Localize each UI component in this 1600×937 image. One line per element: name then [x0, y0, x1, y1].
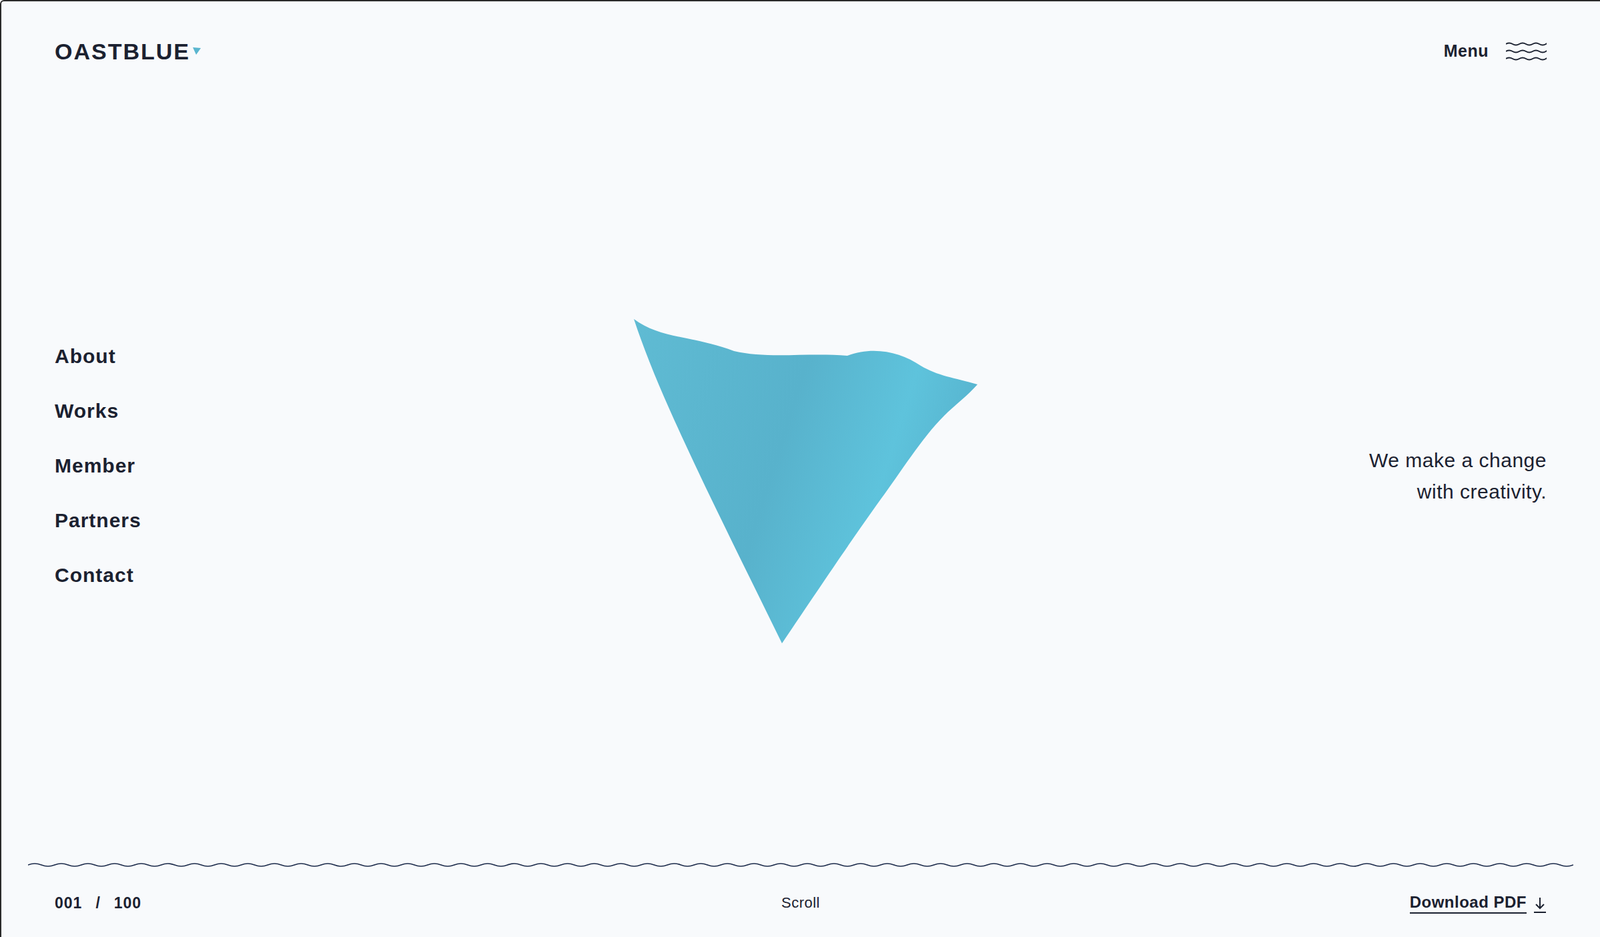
logo-triangle-icon — [192, 47, 201, 55]
menu-button[interactable]: Menu — [1443, 38, 1547, 65]
menu-waves-icon[interactable] — [1505, 40, 1547, 63]
scroll-label: Scroll — [551, 891, 1049, 914]
nav-item[interactable]: Works — [54, 398, 621, 424]
side-nav: About Works Member Partners Contact — [54, 336, 621, 588]
wave-divider — [28, 860, 1574, 869]
logo[interactable]: OASTBLUE — [54, 40, 201, 63]
nav-item[interactable]: About — [54, 343, 621, 369]
nav-item[interactable]: Contact — [54, 562, 621, 588]
footer: 001/100Scroll Download PDF — [1, 860, 1600, 937]
page-counter: 001/100 — [54, 891, 552, 915]
download-arrow-icon — [1533, 896, 1547, 914]
header: OASTBLUE Menu — [1, 1, 1600, 65]
nav-item[interactable]: Partners — [54, 507, 621, 534]
page: OASTBLUE Menu About Works Member Partners Cont… — [0, 0, 1600, 937]
tagline: We make a changewith creativity. — [980, 417, 1547, 508]
nav-item[interactable]: Member — [54, 453, 621, 479]
blue-triangle-graphic — [633, 318, 981, 646]
download-pdf-link[interactable]: Download PDF — [1409, 892, 1547, 914]
hero: About Works Member Partners Contact We make a… — [1, 64, 1600, 861]
